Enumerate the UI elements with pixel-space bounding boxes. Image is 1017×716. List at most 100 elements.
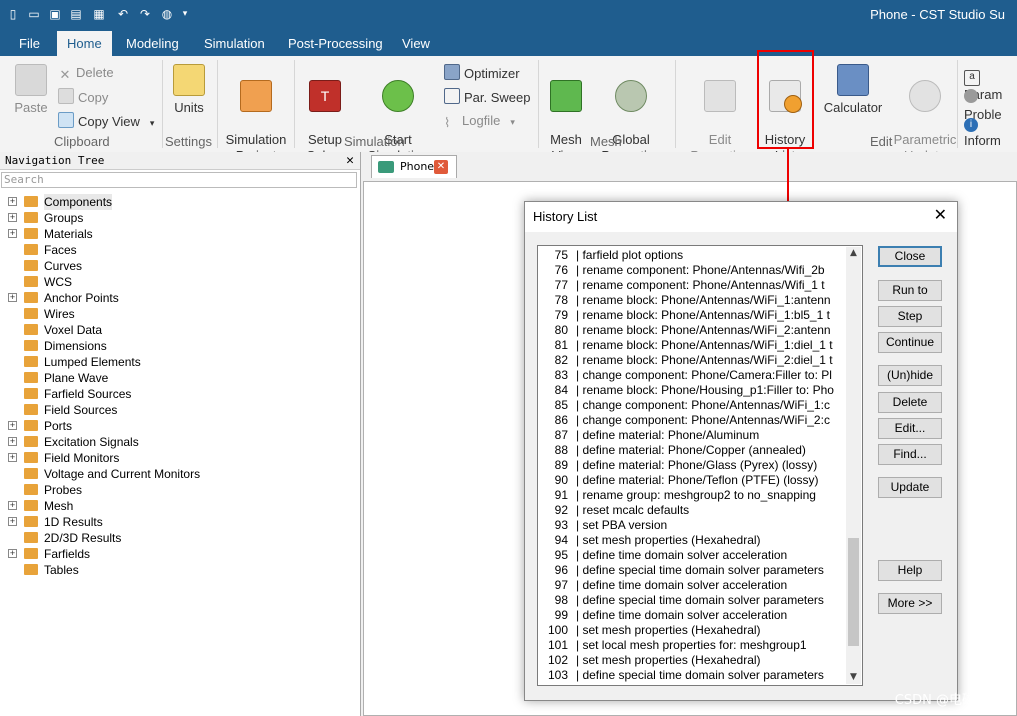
tree-item-label: Lumped Elements <box>44 355 141 369</box>
tab-file[interactable]: File <box>9 31 50 56</box>
history-row-number: 103 <box>547 668 568 682</box>
find-button[interactable]: Find... <box>878 444 942 465</box>
tab-modeling[interactable]: Modeling <box>116 31 189 56</box>
history-row-number: 81 <box>554 338 568 352</box>
scroll-up-icon[interactable]: ▲ <box>848 248 859 259</box>
parametric-update-button[interactable]: Parametric Update <box>892 64 958 164</box>
group-separator <box>538 60 539 148</box>
scroll-down-icon[interactable]: ▼ <box>848 672 859 683</box>
tree-item-label: Wires <box>44 307 75 321</box>
expand-icon[interactable]: + <box>8 501 17 510</box>
delete-button[interactable]: ✕ Delete <box>58 64 114 82</box>
edit-properties-button[interactable]: Edit Properties <box>688 64 752 164</box>
navigation-tree: Navigation Tree ✕ Search + Components + Gro… <box>0 152 361 716</box>
expand-icon[interactable]: + <box>8 293 17 302</box>
scrollbar[interactable]: ▲ ▼ <box>846 247 861 684</box>
copy-view-button[interactable]: Copy View ▾ <box>58 112 154 130</box>
ribbon: Paste ✕ Delete Copy Copy View ▾ Clipboard … <box>0 56 1017 163</box>
simulation-project-button[interactable]: Simulation Project <box>224 64 288 164</box>
expand-icon[interactable]: + <box>8 421 17 430</box>
search-input[interactable]: Search <box>1 172 357 188</box>
tree-item-label: Faces <box>44 243 77 257</box>
history-row-text: | define special time domain solver para… <box>576 668 824 682</box>
expand-icon[interactable]: + <box>8 549 17 558</box>
expand-icon[interactable]: + <box>8 229 17 238</box>
folder-icon <box>24 548 38 559</box>
edit-button[interactable]: Edit... <box>878 418 942 439</box>
save-all-icon[interactable]: ▤ <box>69 8 83 21</box>
history-row-text: | set PBA version <box>576 518 668 532</box>
tree-item-label: Groups <box>44 211 84 225</box>
document-tab-phone[interactable]: Phone ✕ <box>371 155 457 178</box>
tree-item-label: Farfield Sources <box>44 387 132 401</box>
history-row-number: 85 <box>554 398 568 412</box>
close-icon[interactable]: ✕ <box>434 160 448 174</box>
expand-icon[interactable]: + <box>8 437 17 446</box>
expand-icon[interactable]: + <box>8 213 17 222</box>
redo-icon[interactable]: ↷ <box>138 8 152 21</box>
folder-icon <box>24 292 38 303</box>
globe-icon[interactable]: ◍ <box>160 8 174 21</box>
print-icon[interactable]: ▦ <box>92 8 106 21</box>
close-icon[interactable]: ✕ <box>346 152 354 170</box>
problem-button[interactable]: Proble <box>964 88 1017 122</box>
start-simulation-button[interactable]: Start Simulation <box>366 64 430 164</box>
save-icon[interactable]: ▣ <box>48 8 62 21</box>
history-row-text: | define time domain solver acceleration <box>576 548 788 562</box>
tree-item-label: Field Sources <box>44 403 118 417</box>
update-button[interactable]: Update <box>878 477 942 498</box>
info-icon: i <box>964 118 978 132</box>
paste-icon <box>15 64 47 96</box>
par-sweep-button[interactable]: Par. Sweep <box>444 88 531 106</box>
global-properties-button[interactable]: Global Properties <box>596 64 666 164</box>
step-button[interactable]: Step <box>878 306 942 327</box>
optimizer-button[interactable]: Optimizer <box>444 64 520 82</box>
history-row-text: | rename block: Phone/Antennas/WiFi_2:di… <box>576 353 833 367</box>
tab-home[interactable]: Home <box>57 31 112 56</box>
expand-icon[interactable]: + <box>8 453 17 462</box>
new-icon[interactable]: ▯ <box>6 8 20 21</box>
unhide-button[interactable]: (Un)hide <box>878 365 942 386</box>
play-icon <box>382 80 414 112</box>
open-icon[interactable]: ▭ <box>27 8 41 21</box>
history-row-number: 91 <box>554 488 568 502</box>
history-row-text: | rename component: Phone/Antennas/Wifi_… <box>576 263 825 277</box>
help-button[interactable]: Help <box>878 560 942 581</box>
history-row-text: | set mesh properties (Hexahedral) <box>576 623 761 637</box>
tab-post-processing[interactable]: Post-Processing <box>278 31 393 56</box>
folder-icon <box>24 404 38 415</box>
folder-icon <box>24 228 38 239</box>
dropdown-icon[interactable]: ▾ <box>178 8 192 21</box>
setup-solver-button[interactable]: T Setup Solver <box>300 64 350 164</box>
units-button[interactable]: Units <box>170 64 208 116</box>
copy-button[interactable]: Copy <box>58 88 108 106</box>
history-row-number: 78 <box>554 293 568 307</box>
history-list[interactable]: 75 | farfield plot options 76 | rename comp… <box>537 245 863 686</box>
logfile-button[interactable]: ⌇ Logfile ▾ <box>444 112 515 130</box>
continue-button[interactable]: Continue <box>878 332 942 353</box>
gear-icon <box>964 89 978 103</box>
undo-icon[interactable]: ↶ <box>116 8 130 21</box>
close-icon[interactable]: ✕ <box>934 207 947 225</box>
paste-button[interactable]: Paste <box>12 64 50 116</box>
calculator-button[interactable]: Calculator <box>822 64 884 116</box>
simulation-project-icon <box>240 80 272 112</box>
delete-button[interactable]: Delete <box>878 392 942 413</box>
close-button[interactable]: Close <box>878 246 942 267</box>
mesh-view-button[interactable]: Mesh View <box>546 64 586 164</box>
more-button[interactable]: More >> <box>878 593 942 614</box>
run-to-button[interactable]: Run to <box>878 280 942 301</box>
tree-item-label: WCS <box>44 275 72 289</box>
tree-item-label: 1D Results <box>44 515 103 529</box>
information-button[interactable]: iInform <box>964 112 1017 148</box>
parameter-list-button[interactable]: aParam <box>964 64 1017 102</box>
expand-icon[interactable]: + <box>8 517 17 526</box>
expand-icon[interactable]: + <box>8 197 17 206</box>
tree-item-label: Voxel Data <box>44 323 103 337</box>
group-separator <box>675 60 676 148</box>
history-row-number: 101 <box>547 638 568 652</box>
tab-simulation[interactable]: Simulation <box>194 31 275 56</box>
tree-item-label: Farfields <box>44 547 91 561</box>
tab-view[interactable]: View <box>392 31 440 56</box>
scroll-thumb[interactable] <box>848 538 859 646</box>
